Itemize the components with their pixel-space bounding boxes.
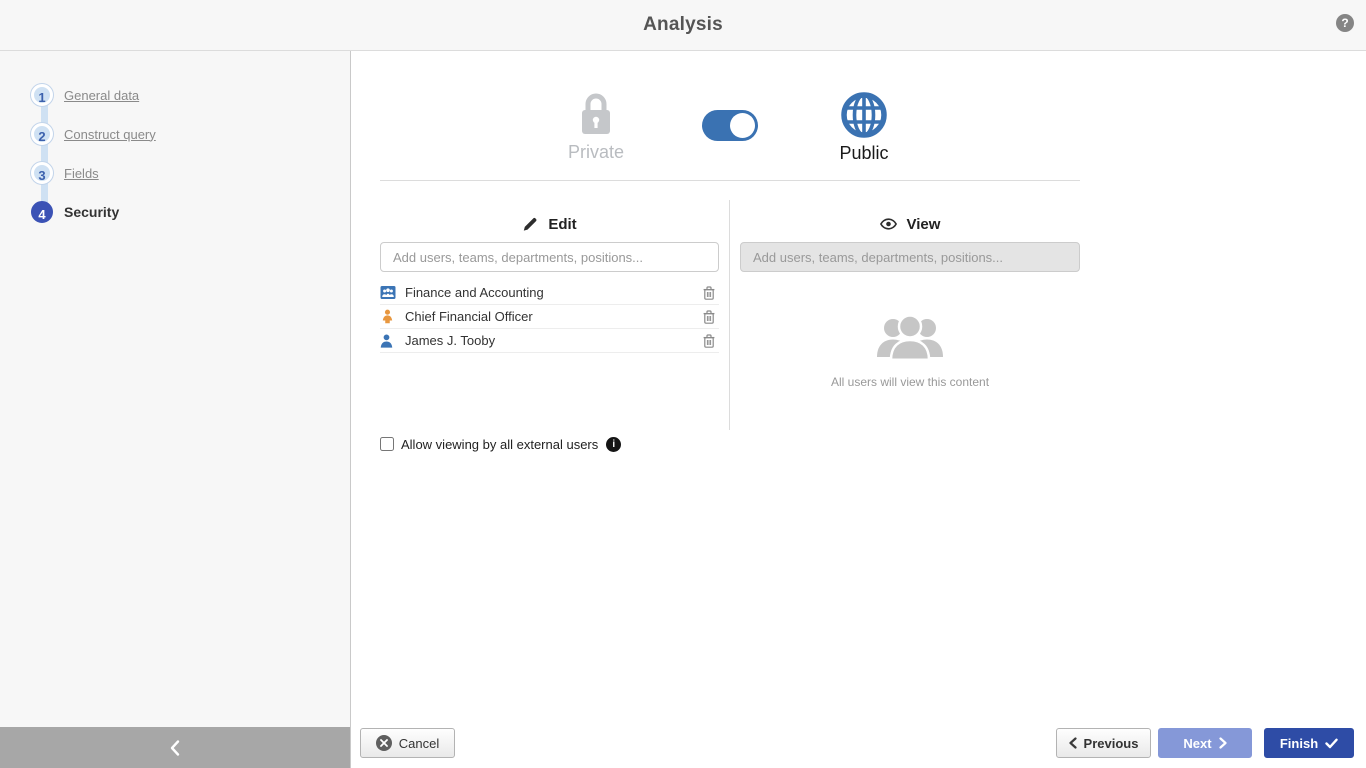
entry-label: Chief Financial Officer xyxy=(405,309,703,324)
step-construct-query[interactable]: 2 Construct query xyxy=(31,120,156,148)
step-security-active: 4 Security xyxy=(31,198,119,226)
section-divider xyxy=(380,180,1080,181)
private-label: Private xyxy=(564,142,628,163)
lock-icon xyxy=(576,92,616,136)
entry-row-position: Chief Financial Officer xyxy=(380,305,719,329)
private-option[interactable]: Private xyxy=(564,92,628,163)
chevron-right-icon xyxy=(1219,737,1227,749)
entry-row-user: James J. Tooby xyxy=(380,329,719,353)
step-1-label[interactable]: General data xyxy=(64,88,139,103)
step-fields[interactable]: 3 Fields xyxy=(31,159,99,187)
view-empty-message: All users will view this content xyxy=(740,375,1080,389)
eye-icon xyxy=(880,218,897,230)
wizard-steps-sidebar: 1 General data 2 Construct query 3 Field… xyxy=(0,51,351,768)
view-panel-title: View xyxy=(907,216,941,233)
external-users-label: Allow viewing by all external users xyxy=(401,437,598,452)
delete-entry-icon[interactable] xyxy=(703,286,715,300)
step-2-label[interactable]: Construct query xyxy=(64,127,156,142)
column-divider xyxy=(729,200,730,430)
finish-label: Finish xyxy=(1280,736,1318,751)
all-users-group-icon xyxy=(871,313,949,366)
pencil-icon xyxy=(522,216,538,232)
step-1-circle[interactable]: 1 xyxy=(31,84,53,106)
cancel-button[interactable]: Cancel xyxy=(360,728,455,758)
previous-label: Previous xyxy=(1084,736,1139,751)
collapse-chevron-icon[interactable] xyxy=(169,739,181,757)
cancel-x-icon xyxy=(376,735,392,751)
delete-entry-icon[interactable] xyxy=(703,310,715,324)
next-label: Next xyxy=(1183,736,1211,751)
security-step-content: Private Public Edit xyxy=(351,51,1366,768)
step-4-label: Security xyxy=(64,204,119,220)
entry-label: James J. Tooby xyxy=(405,333,703,348)
public-label: Public xyxy=(832,143,896,164)
view-add-input xyxy=(740,242,1080,272)
edit-add-input[interactable] xyxy=(380,242,719,272)
chevron-left-icon xyxy=(1069,737,1077,749)
step-general-data[interactable]: 1 General data xyxy=(31,81,139,109)
step-connector-line xyxy=(41,95,48,212)
entry-row-department: Finance and Accounting xyxy=(380,281,719,305)
external-users-checkbox[interactable] xyxy=(380,437,394,451)
privacy-toggle[interactable] xyxy=(702,110,758,141)
position-icon xyxy=(380,309,396,324)
previous-button[interactable]: Previous xyxy=(1056,728,1151,758)
public-option[interactable]: Public xyxy=(832,92,896,164)
user-icon xyxy=(380,334,396,348)
checkmark-icon xyxy=(1325,738,1338,749)
step-3-circle[interactable]: 3 xyxy=(31,162,53,184)
sidebar-collapse-bar[interactable] xyxy=(0,727,350,768)
step-3-label[interactable]: Fields xyxy=(64,166,99,181)
info-icon[interactable]: i xyxy=(606,437,621,452)
finish-button[interactable]: Finish xyxy=(1264,728,1354,758)
toggle-knob[interactable] xyxy=(730,113,755,138)
edit-entries-list: Finance and Accounting Chief Fi xyxy=(380,281,719,353)
edit-panel-title: Edit xyxy=(548,216,576,233)
step-2-circle[interactable]: 2 xyxy=(31,123,53,145)
cancel-label: Cancel xyxy=(399,736,439,751)
page-title: Analysis xyxy=(0,0,1366,50)
next-button[interactable]: Next xyxy=(1158,728,1252,758)
step-4-circle: 4 xyxy=(31,201,53,223)
delete-entry-icon[interactable] xyxy=(703,334,715,348)
external-users-row: Allow viewing by all external users i xyxy=(380,435,621,453)
edit-panel-header: Edit xyxy=(380,213,719,235)
globe-icon xyxy=(841,92,887,138)
top-bar: Analysis ? xyxy=(0,0,1366,51)
entry-label: Finance and Accounting xyxy=(405,285,703,300)
department-icon xyxy=(380,285,396,300)
help-icon[interactable]: ? xyxy=(1336,14,1354,32)
view-panel-header: View xyxy=(740,213,1080,235)
